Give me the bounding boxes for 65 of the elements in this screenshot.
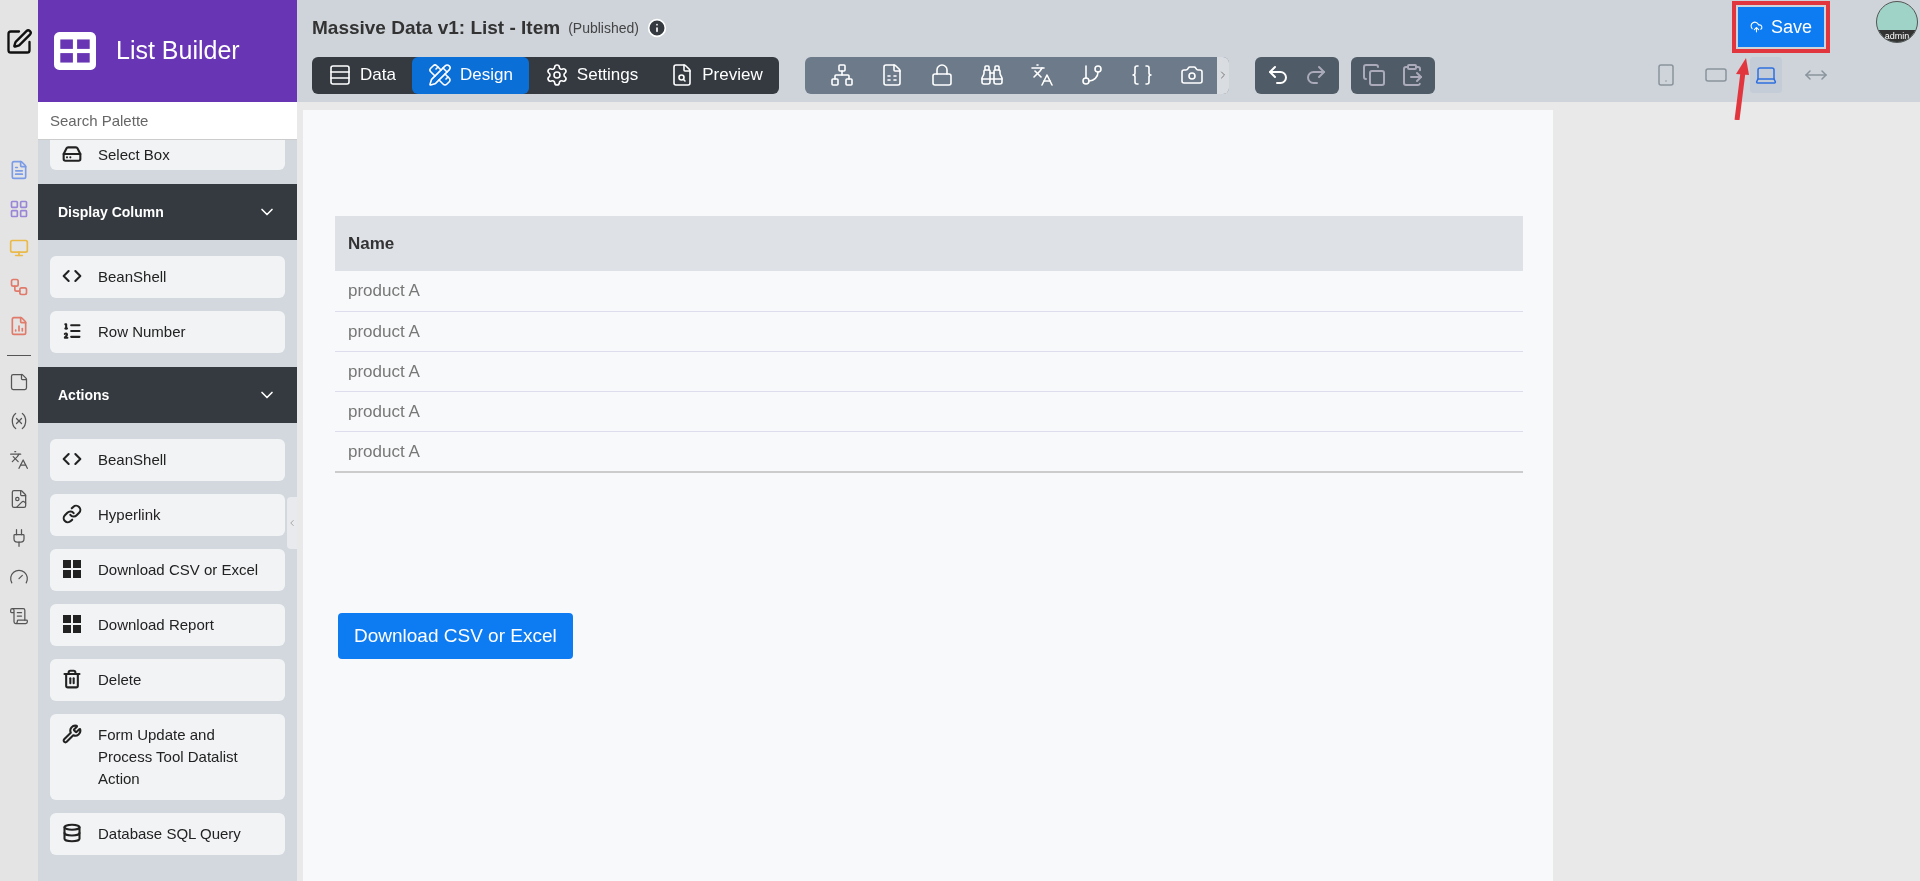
page-title: Massive Data v1: List - Item xyxy=(312,16,561,40)
table-cell-text: product A xyxy=(348,400,420,423)
trash-icon xyxy=(62,669,82,689)
sitemap-icon xyxy=(829,63,854,87)
mode-tab[interactable]: Preview xyxy=(654,56,779,94)
palette-item[interactable]: Form Update and Process Tool Datalist Action xyxy=(50,714,285,800)
braces-icon xyxy=(1129,63,1154,87)
binoculars-icon xyxy=(979,63,1004,87)
palette-item[interactable]: Delete xyxy=(50,659,285,701)
mode-tab[interactable]: Design xyxy=(411,56,529,94)
palette-item[interactable]: Hyperlink xyxy=(50,494,285,536)
flow-icon[interactable] xyxy=(9,277,29,297)
section-header[interactable]: Display Column xyxy=(38,184,297,240)
search-field[interactable]: Search Palette xyxy=(38,102,297,140)
edit-icon[interactable] xyxy=(5,28,33,56)
table-cell-text: product A xyxy=(348,320,420,343)
collapse-handle[interactable] xyxy=(287,497,297,549)
translate-icon[interactable] xyxy=(9,450,29,470)
drive-icon xyxy=(62,144,82,164)
publish-status: (Published) xyxy=(568,18,639,38)
rows-icon xyxy=(328,63,352,87)
branch-icon xyxy=(1079,63,1104,87)
numbered-list-icon xyxy=(62,321,82,341)
info-icon[interactable] xyxy=(647,18,667,39)
pencil-ruler-icon xyxy=(427,63,452,87)
palette-item[interactable]: Download Report xyxy=(50,604,285,646)
table-cell-text: product A xyxy=(348,280,420,303)
palette-item[interactable]: Row Number xyxy=(50,311,285,353)
table-cell-text: product A xyxy=(348,440,420,463)
image-file-icon[interactable] xyxy=(9,489,29,509)
copy-icon xyxy=(1361,63,1386,87)
palette-item[interactable]: Select Box xyxy=(50,140,285,170)
report-file-icon[interactable] xyxy=(9,316,29,336)
document-icon[interactable] xyxy=(9,160,29,180)
translate-icon xyxy=(1029,63,1054,87)
tools-icon xyxy=(62,724,82,744)
palette-item[interactable]: BeanShell xyxy=(50,256,285,298)
variable-icon[interactable] xyxy=(9,411,29,431)
mode-tab[interactable]: Settings xyxy=(528,56,655,94)
user-avatar[interactable]: admin xyxy=(1876,1,1918,43)
palette-item[interactable]: Database SQL Query xyxy=(50,813,285,855)
palette-item[interactable]: BeanShell xyxy=(50,439,285,481)
palette-item[interactable]: Download CSV or Excel xyxy=(50,549,285,591)
grid-icon[interactable] xyxy=(9,199,29,219)
column-header: Name xyxy=(348,232,395,255)
grid-logo-icon xyxy=(54,32,96,70)
mode-tab[interactable]: Data xyxy=(312,56,412,94)
table-cell-text: product A xyxy=(348,360,420,383)
settings-icon xyxy=(544,63,569,87)
save-button[interactable]: Save xyxy=(1738,7,1824,47)
link-icon xyxy=(62,504,82,524)
scroll-right-button[interactable] xyxy=(1216,56,1229,94)
note-icon[interactable] xyxy=(9,372,29,392)
lock-icon xyxy=(929,63,954,87)
camera-icon xyxy=(1179,63,1204,87)
database-icon xyxy=(62,823,82,843)
chevron-left-icon xyxy=(287,517,297,529)
section-header[interactable]: Actions xyxy=(38,367,297,423)
download-button[interactable]: Download CSV or Excel xyxy=(338,613,573,659)
scroll-icon[interactable] xyxy=(9,606,29,626)
squares-icon xyxy=(62,559,82,579)
squares-icon xyxy=(62,614,82,634)
sidebar-title: List Builder xyxy=(116,35,240,67)
device-button[interactable] xyxy=(1750,57,1782,93)
pointer-arrow xyxy=(1734,58,1749,120)
